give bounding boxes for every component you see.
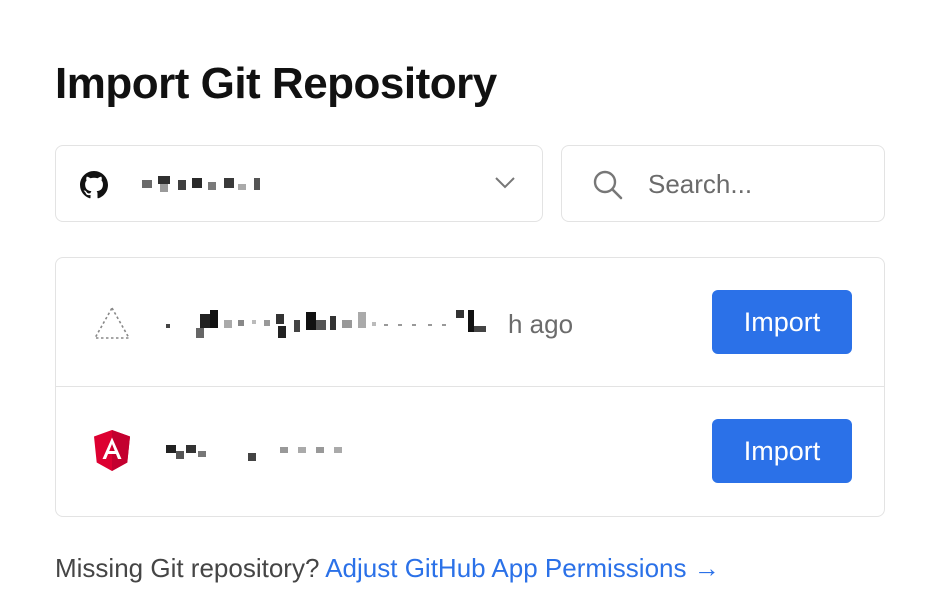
account-selector[interactable] <box>55 145 543 222</box>
list-item: Import <box>56 387 884 516</box>
search-icon <box>593 170 623 200</box>
adjust-permissions-link[interactable]: Adjust GitHub App Permissions → <box>325 553 720 583</box>
vercel-triangle-icon <box>93 306 131 339</box>
footer-note: Missing Git repository? Adjust GitHub Ap… <box>55 551 720 585</box>
repository-name-redacted <box>166 445 342 461</box>
chevron-down-icon <box>495 177 515 189</box>
search-box[interactable] <box>561 145 885 222</box>
import-button[interactable]: Import <box>712 419 852 483</box>
repository-list: h ago Import Import <box>55 257 885 517</box>
list-item: h ago Import <box>56 258 884 387</box>
github-icon <box>80 171 108 199</box>
account-name-redacted <box>142 176 260 192</box>
search-input[interactable] <box>648 164 868 204</box>
repository-name-redacted <box>166 310 486 338</box>
import-button[interactable]: Import <box>712 290 852 354</box>
page-title: Import Git Repository <box>55 59 497 108</box>
footer-prompt: Missing Git repository? <box>55 553 320 583</box>
angular-icon <box>94 430 130 471</box>
repository-time-ago: h ago <box>508 309 574 339</box>
